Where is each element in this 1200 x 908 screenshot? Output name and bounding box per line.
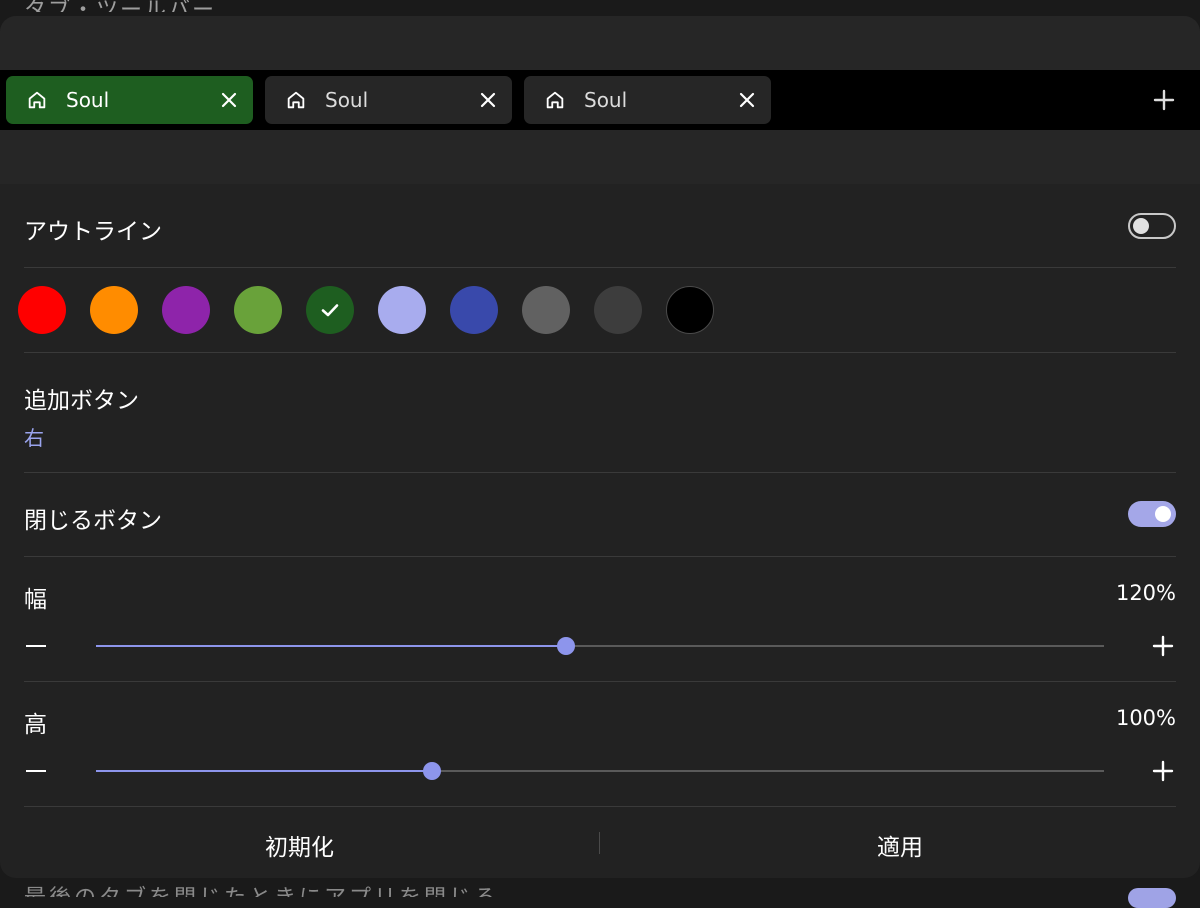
home-icon: [546, 91, 564, 109]
slider-thumb[interactable]: [556, 637, 575, 655]
divider: [24, 806, 1176, 807]
add-button-position-value[interactable]: 右: [24, 422, 44, 451]
divider: [24, 681, 1176, 682]
tab-preview-strip: Soul Soul Soul: [0, 70, 1200, 130]
backdrop-bottom-row: 最後のタブを閉じたときにアプリを閉じる: [0, 878, 1200, 908]
slider-fill: [96, 645, 566, 647]
add-button-label[interactable]: 追加ボタン: [24, 381, 139, 415]
width-slider[interactable]: [96, 637, 1104, 655]
color-swatch[interactable]: [594, 286, 642, 334]
height-value: 100%: [1115, 706, 1176, 730]
width-value: 120%: [1115, 581, 1176, 605]
color-swatch[interactable]: [666, 286, 714, 334]
slider-thumb[interactable]: [422, 762, 441, 780]
color-swatch[interactable]: [450, 286, 498, 334]
color-swatch[interactable]: [90, 286, 138, 334]
outline-toggle[interactable]: [1128, 213, 1176, 239]
reset-button[interactable]: 初期化: [0, 828, 599, 862]
preview-tab-label: Soul: [66, 88, 110, 112]
check-icon: [321, 304, 339, 317]
width-decrease-button[interactable]: [26, 645, 46, 647]
preview-tab-label: Soul: [325, 88, 369, 112]
close-button-label: 閉じるボタン: [24, 508, 162, 534]
width-increase-button[interactable]: [1152, 635, 1174, 657]
preview-bottom-bar: [0, 130, 1200, 184]
divider: [24, 352, 1176, 353]
tab-style-sheet: Soul Soul Soul アウトライン 追加ボタン 右 閉じるボタン 幅 1…: [0, 16, 1200, 878]
preview-tab-3[interactable]: Soul: [524, 76, 771, 124]
height-decrease-button[interactable]: [26, 770, 46, 772]
color-swatch[interactable]: [162, 286, 210, 334]
close-icon[interactable]: [478, 90, 498, 110]
close-button-toggle[interactable]: [1128, 501, 1176, 527]
height-slider[interactable]: [96, 762, 1104, 780]
color-swatch[interactable]: [234, 286, 282, 334]
home-icon: [28, 91, 46, 109]
preview-tab-2[interactable]: Soul: [265, 76, 512, 124]
height-increase-button[interactable]: [1152, 760, 1174, 782]
backdrop-toggle: [1128, 888, 1176, 908]
color-swatch[interactable]: [18, 286, 66, 334]
home-icon: [287, 91, 305, 109]
slider-fill: [96, 770, 432, 772]
toggle-knob: [1155, 506, 1171, 522]
toggle-knob: [1133, 218, 1149, 234]
close-icon[interactable]: [737, 90, 757, 110]
backdrop-section-title: タブ・ツールバー: [24, 0, 216, 12]
preview-tab-label: Soul: [584, 88, 628, 112]
color-swatch[interactable]: [378, 286, 426, 334]
backdrop-setting-label: 最後のタブを閉じたときにアプリを閉じる: [24, 884, 499, 897]
preview-tab-1[interactable]: Soul: [6, 76, 253, 124]
apply-button[interactable]: 適用: [600, 828, 1200, 862]
width-label: 幅: [24, 587, 47, 613]
close-icon[interactable]: [219, 90, 239, 110]
divider: [24, 267, 1176, 268]
outline-label: アウトライン: [24, 219, 162, 245]
color-swatch[interactable]: [522, 286, 570, 334]
preview-top-bar: [0, 16, 1200, 70]
height-label: 高: [24, 712, 47, 738]
divider: [24, 556, 1176, 557]
add-tab-icon[interactable]: [1152, 88, 1176, 112]
color-swatch[interactable]: [306, 286, 354, 334]
divider: [24, 472, 1176, 473]
